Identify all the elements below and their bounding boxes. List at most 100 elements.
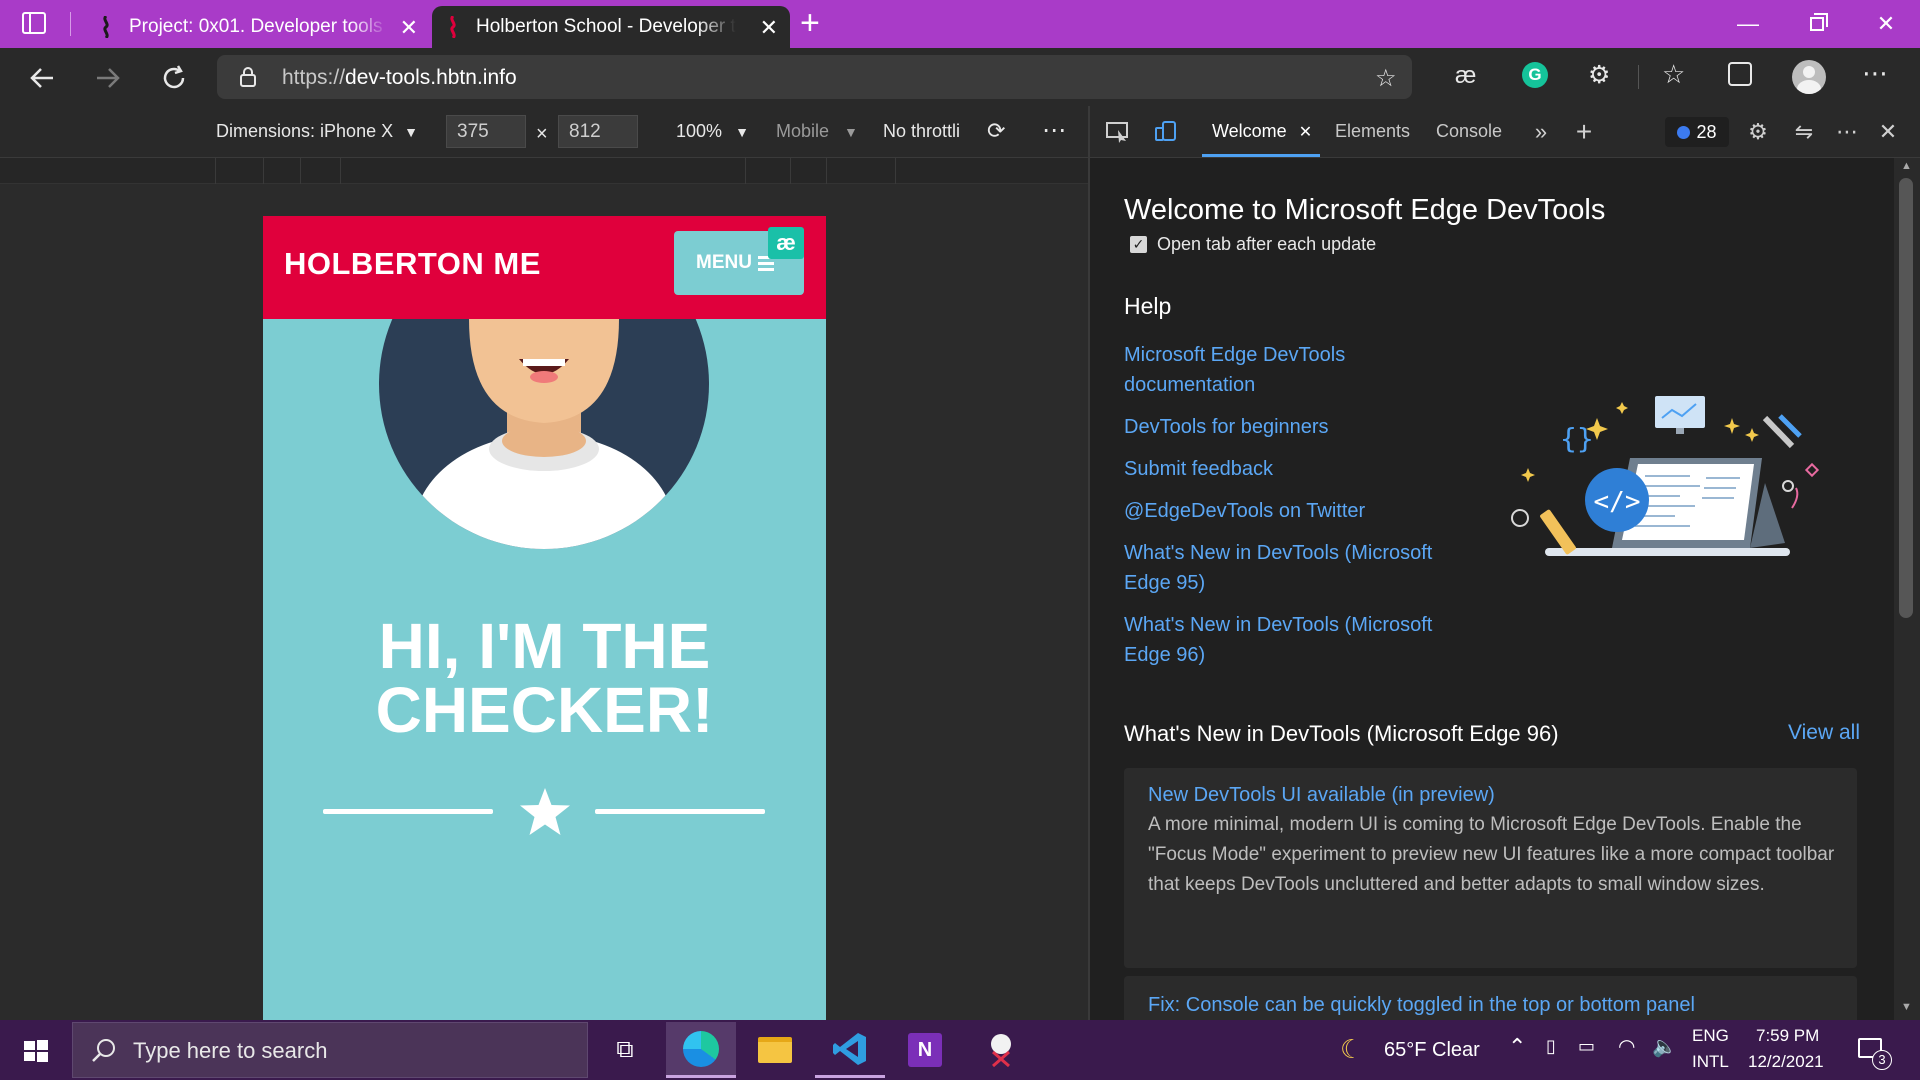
url-text[interactable]: https://dev-tools.hbtn.info (282, 66, 517, 90)
weather-moon-icon[interactable]: ☾ (1340, 1034, 1363, 1065)
whats-new-heading: What's New in DevTools (Microsoft Edge 9… (1124, 721, 1559, 746)
close-tab-icon[interactable]: ✕ (400, 15, 418, 41)
settings-gear-icon[interactable]: ⚙ (1744, 118, 1772, 146)
open-tab-checkbox-row[interactable]: ✓ Open tab after each update (1130, 234, 1376, 255)
devtools-illustration: </> {} (1511, 396, 1820, 556)
welcome-title: Welcome to Microsoft Edge DevTools (1124, 194, 1606, 226)
help-heading: Help (1124, 293, 1172, 319)
more-options-icon[interactable]: ⋯ (1042, 116, 1066, 145)
emulated-page[interactable]: HOLBERTON ME MENU æ HI, I'M THE CHECKER! (263, 216, 826, 1020)
weather-text[interactable]: 65°F Clear (1384, 1039, 1480, 1062)
address-bar[interactable]: https://dev-tools.hbtn.info ☆ (217, 55, 1412, 99)
address-toolbar: https://dev-tools.hbtn.info ☆ æ G ⚙ ☆ ⋯ (0, 48, 1920, 106)
link-docs[interactable]: Microsoft Edge DevTools documentation (1124, 340, 1464, 400)
more-tabs-icon[interactable]: » (1527, 118, 1555, 146)
battery-icon[interactable]: ▭ (1578, 1036, 1595, 1057)
tab-elements[interactable]: Elements (1335, 121, 1410, 142)
throttling-dropdown[interactable]: No throttli (883, 121, 960, 142)
refresh-icon[interactable] (156, 60, 192, 96)
news-card[interactable]: New DevTools UI available (in preview) A… (1124, 768, 1857, 968)
edge-app-icon[interactable] (666, 1022, 736, 1078)
extensions-icon[interactable]: ⚙ (1588, 60, 1610, 90)
view-all-link[interactable]: View all (1788, 721, 1860, 745)
windows-start-icon[interactable] (24, 1040, 48, 1062)
inspect-element-icon[interactable] (1104, 118, 1132, 146)
show-hidden-icons[interactable]: ⌃ (1508, 1034, 1526, 1060)
onenote-icon[interactable]: N (890, 1022, 960, 1078)
hero-line-2: CHECKER! (375, 674, 714, 746)
collections-icon[interactable] (1728, 62, 1752, 86)
scroll-down-icon[interactable]: ▼ (1901, 1001, 1912, 1013)
device-emulation-icon[interactable] (1152, 118, 1180, 146)
browser-tab-bar: Project: 0x01. Developer tools | H ✕ Hol… (0, 0, 1920, 48)
taskbar-search-box[interactable]: Type here to search (72, 1022, 588, 1078)
language-bottom[interactable]: INTL (1692, 1052, 1729, 1072)
file-explorer-icon[interactable] (740, 1022, 810, 1078)
restore-icon[interactable] (1797, 8, 1837, 40)
link-whats-new-95[interactable]: What's New in DevTools (Microsoft Edge 9… (1124, 538, 1464, 598)
add-favorite-icon[interactable]: ☆ (1375, 64, 1397, 93)
task-view-icon[interactable]: ⧉ (590, 1022, 660, 1078)
clock-time[interactable]: 7:59 PM (1756, 1026, 1819, 1046)
tab-actions-icon[interactable] (22, 12, 46, 34)
devtools-scrollbar-thumb[interactable] (1899, 178, 1913, 618)
clock-date[interactable]: 12/2/2021 (1748, 1052, 1824, 1072)
add-tab-icon[interactable]: + (1570, 116, 1598, 147)
lock-icon[interactable] (239, 66, 257, 93)
news-card[interactable]: Fix: Console can be quickly toggled in t… (1124, 976, 1857, 1020)
new-tab-button[interactable]: + (800, 4, 820, 43)
news-title[interactable]: New DevTools UI available (in preview) (1148, 784, 1495, 807)
news-body: A more minimal, modern UI is coming to M… (1148, 814, 1835, 895)
windows-taskbar: Type here to search ⧉ N ☾ 65°F Clear ⌃ ▯… (0, 1020, 1920, 1080)
tab-welcome[interactable]: Welcome ✕ (1212, 121, 1312, 142)
wifi-icon[interactable]: ◠ (1618, 1034, 1635, 1059)
link-feedback[interactable]: Submit feedback (1124, 454, 1464, 484)
dimensions-dropdown[interactable]: Dimensions: iPhone X ▼ (216, 121, 418, 142)
back-icon[interactable] (24, 60, 60, 96)
close-tab-icon[interactable]: ✕ (760, 15, 778, 41)
checker-avatar-illustration (379, 319, 709, 549)
devtools-welcome-panel: Welcome to Microsoft Edge DevTools ✓ Ope… (1090, 158, 1894, 1020)
close-devtools-icon[interactable]: ✕ (1874, 118, 1902, 146)
immersive-reader-icon[interactable]: æ (1455, 62, 1476, 90)
tab-project[interactable]: Project: 0x01. Developer tools | H ✕ (85, 6, 430, 48)
customize-devtools-icon[interactable]: ⇋ (1790, 118, 1818, 146)
issues-badge[interactable]: 28 (1665, 117, 1729, 147)
profile-avatar[interactable] (1792, 60, 1826, 94)
menu-button[interactable]: MENU æ (674, 227, 804, 295)
issues-icon (1677, 125, 1691, 139)
open-tab-checkbox[interactable]: ✓ (1130, 236, 1147, 253)
active-tab-indicator (1202, 154, 1320, 157)
settings-more-icon[interactable]: ⋯ (1862, 58, 1888, 89)
site-title[interactable]: HOLBERTON ME (284, 246, 541, 282)
language-top[interactable]: ENG (1692, 1026, 1729, 1046)
link-twitter[interactable]: @EdgeDevTools on Twitter (1124, 496, 1464, 526)
vscode-icon[interactable] (815, 1022, 885, 1078)
snipping-tool-icon[interactable] (966, 1022, 1036, 1078)
width-input[interactable]: 375 (446, 115, 526, 148)
close-tab-icon[interactable]: ✕ (1299, 124, 1312, 141)
minimize-icon[interactable]: — (1728, 8, 1768, 40)
rotate-icon[interactable]: ⟳ (987, 118, 1005, 144)
forward-icon[interactable] (90, 60, 126, 96)
volume-icon[interactable]: 🔈 (1652, 1034, 1677, 1059)
scroll-up-icon[interactable]: ▲ (1901, 160, 1912, 172)
grammarly-icon[interactable]: G (1522, 62, 1548, 88)
favorites-icon[interactable]: ☆ (1662, 59, 1685, 90)
more-options-icon[interactable]: ⋯ (1833, 118, 1861, 146)
media-query-ruler (0, 158, 1088, 184)
hero-line-1: HI, I'M THE (378, 610, 711, 682)
link-beginners[interactable]: DevTools for beginners (1124, 412, 1464, 442)
tab-console[interactable]: Console (1436, 121, 1502, 142)
height-input[interactable]: 812 (558, 115, 638, 148)
device-icon[interactable]: ▯ (1546, 1036, 1556, 1057)
chevron-down-icon: ▼ (844, 124, 858, 140)
chevron-down-icon: ▼ (404, 124, 418, 140)
link-whats-new-96[interactable]: What's New in DevTools (Microsoft Edge 9… (1124, 610, 1464, 670)
immersive-reader-overlay-icon[interactable]: æ (768, 227, 804, 259)
tab-holberton-active[interactable]: Holberton School - Developer to ✕ (432, 6, 790, 48)
close-window-icon[interactable]: ✕ (1866, 8, 1906, 40)
news-title[interactable]: Fix: Console can be quickly toggled in t… (1148, 994, 1695, 1017)
device-type-dropdown[interactable]: Mobile ▼ (776, 121, 858, 142)
zoom-dropdown[interactable]: 100% ▼ (676, 121, 749, 142)
